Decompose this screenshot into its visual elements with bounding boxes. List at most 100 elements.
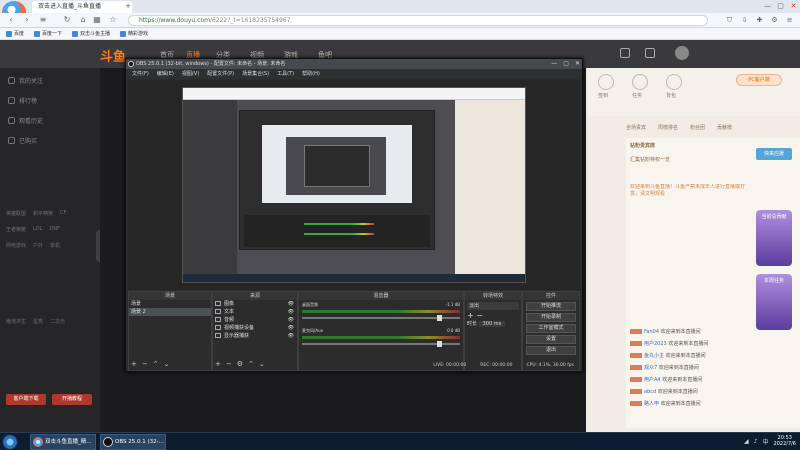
tutorial-button[interactable]: 开播教程 [52,394,92,405]
download-client-button[interactable]: 客户端下载 [6,394,46,405]
task-icon[interactable] [632,74,648,90]
menu-file[interactable]: 文件(F) [132,69,149,79]
browser-icon [33,437,43,447]
visibility-icon: 👁 [287,317,294,323]
home-icon[interactable]: ⌂ [78,15,88,25]
remove-transition-button[interactable]: − [476,311,483,320]
scenes-dock: 场景 场景 场景 2 + − ⌃ ⌄ [128,291,212,371]
checkin-icon[interactable] [598,74,614,90]
system-tray: ◢ ♪ 中 20:53 2022/7/6 [744,435,796,447]
more-icon[interactable]: ≡ [785,15,794,25]
category-row[interactable]: 王者荣耀 LOL DNF [6,226,60,233]
scene-item[interactable]: 场景 [129,300,211,308]
source-item[interactable]: 图像 👁 [213,300,297,308]
start-streaming-button[interactable]: 开始推流 [526,302,576,311]
site-logo[interactable]: 斗鱼 [100,46,126,65]
mixer-dock: 混音器 桌面音频 -1.1 dB 麦克风/Aux 0.0 dB [298,291,464,371]
backpack-icon[interactable] [666,74,682,90]
controls-dock: 控件 开始推流 开始录制 工作室模式 设置 退出 [522,291,580,371]
menu-profile[interactable]: 配置文件(P) [207,69,234,79]
start-button[interactable] [2,434,18,450]
bookmark-item[interactable]: 精彩游戏 [120,30,148,37]
obs-preview-canvas[interactable] [182,87,526,283]
menu-icon[interactable]: ≡ [38,15,48,25]
source-item[interactable]: 文本 👁 [213,308,297,316]
add-transition-button[interactable]: + [467,311,474,320]
url-input[interactable]: https://www.douyu.com/6222?_t=1618235754… [128,15,708,26]
volume-icon[interactable]: ♪ [754,438,758,445]
room-tools: 签到 任务 背包 PC客户端 [586,68,800,116]
address-bar: ‹ › ≡ ↻ ⌂ ▦ ☆ https://www.douyu.com/6222… [0,13,800,28]
source-item[interactable]: 音频 👁 [213,316,297,324]
duration-input[interactable]: 300 ms [478,321,506,327]
menu-scene-collection[interactable]: 场景集合(S) [242,69,269,79]
sources-title: 来源 [213,292,297,300]
channel-db: 0.0 dB [447,328,460,333]
sidebar-item-history[interactable]: 观看历史 [8,116,43,125]
obs-minimize-button[interactable]: — [551,59,557,69]
preview-obs-window [239,110,435,250]
history-icon[interactable] [620,48,630,58]
promo-card[interactable]: 当前总贡献 [756,210,792,266]
sidebar-item-rank[interactable]: 排行榜 [8,96,37,105]
start-recording-button[interactable]: 开始录制 [526,313,576,322]
settings-button[interactable]: 设置 [526,335,576,344]
duration-row: 时长 300 ms [465,320,521,328]
support-banner[interactable]: 快来应援 [756,148,792,160]
obs-close-button[interactable]: ✕ [575,59,580,69]
pc-client-button[interactable]: PC客户端 [736,74,782,86]
avatar[interactable] [675,46,689,60]
browser-tab[interactable]: 双击进入直播_斗鱼直播 [32,1,132,13]
category-row[interactable]: 绝地求生 星秀 二次元 [6,318,65,325]
sidebar-item-purchased[interactable]: 已购买 [8,136,37,145]
menu-edit[interactable]: 编辑(E) [157,69,174,79]
tab-weekly[interactable]: 周榜排名 [658,124,678,131]
transition-select[interactable]: 淡出 [467,302,519,310]
tab-vip[interactable]: 全场贵宾 [626,124,646,131]
minimize-button[interactable]: — [763,1,772,11]
clock[interactable]: 20:53 2022/7/6 [774,435,796,447]
volume-slider[interactable] [302,315,460,321]
bookmark-item[interactable]: 百度一下 [34,30,62,37]
cpu-fps: CPU: 4.1%, 30.00 fps [526,363,575,368]
live-time: LIVE: 00:00:00 [433,363,467,368]
star-icon[interactable]: ☆ [108,15,118,25]
obs-titlebar[interactable]: OBS 25.0.1 (32-bit, windows) - 配置文件: 未命名… [126,59,582,69]
volume-slider[interactable] [302,341,460,347]
source-item[interactable]: 视频捕获设备 👁 [213,324,297,332]
obs-maximize-button[interactable]: ▢ [563,59,569,69]
maximize-button[interactable]: ▢ [776,1,785,11]
promo-card[interactable]: 本周任务 [756,274,792,330]
studio-mode-button[interactable]: 工作室模式 [526,324,576,333]
menu-help[interactable]: 帮助(H) [302,69,320,79]
close-button[interactable]: ✕ [789,1,798,11]
download-icon[interactable]: ⇩ [740,15,749,25]
menu-tools[interactable]: 工具(T) [277,69,294,79]
grid-icon[interactable]: ▦ [92,15,102,25]
extension-icon[interactable]: ✚ [755,15,764,25]
reload-icon[interactable]: ↻ [62,15,72,25]
message-icon[interactable] [645,48,655,58]
bookmark-item[interactable]: 百度 [6,30,24,37]
obs-logo-icon [128,61,134,67]
menu-view[interactable]: 视图(V) [182,69,199,79]
shield-icon[interactable]: ⛉ [725,15,734,25]
language-icon[interactable]: 中 [763,437,769,446]
tab-fans[interactable]: 粉丝团 [690,124,705,131]
new-tab-button[interactable]: + [124,2,132,11]
bookmark-item[interactable]: 双击斗鱼主播 [72,30,110,37]
forward-icon[interactable]: › [22,15,32,25]
back-icon[interactable]: ‹ [6,15,16,25]
category-row[interactable]: 网络游戏 户外 单机 [6,242,60,249]
exit-button[interactable]: 退出 [526,346,576,355]
sidebar-item-follow[interactable]: 我的关注 [8,76,43,85]
visibility-icon: 👁 [287,309,294,315]
tab-contrib[interactable]: 贡献榜 [717,124,732,131]
network-icon[interactable]: ◢ [744,438,749,445]
taskbar-item-browser[interactable]: 双击斗鱼直播_精... [30,434,96,450]
taskbar-item-obs[interactable]: OBS 25.0.1 (32-... [100,434,166,450]
category-row[interactable]: 英雄联盟 和平精英 CF [6,210,66,217]
scene-item[interactable]: 场景 2 [129,308,211,316]
settings-icon[interactable]: ⚙ [770,15,779,25]
source-item[interactable]: 显示器捕获 👁 [213,332,297,340]
